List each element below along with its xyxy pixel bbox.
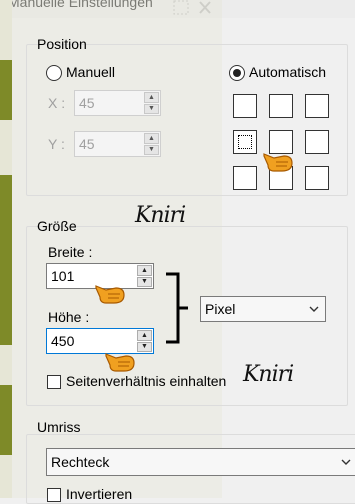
manuell-radio[interactable] xyxy=(46,65,62,81)
automatisch-radio-dot xyxy=(233,69,241,77)
position-group-label: Position xyxy=(37,36,87,52)
shape-value: Rechteck xyxy=(51,454,110,470)
invert-checkbox[interactable] xyxy=(47,488,61,502)
outline-group-label: Umriss xyxy=(37,419,81,435)
link-bracket-icon xyxy=(166,272,188,344)
anchor-top-right[interactable] xyxy=(305,94,329,118)
breite-down-button[interactable]: ▼ xyxy=(137,276,152,287)
pointing-hand-icon xyxy=(263,153,293,172)
watermark-signature-2: Kniri xyxy=(243,362,294,387)
breite-value: 101 xyxy=(51,268,75,284)
hoehe-value: 450 xyxy=(51,333,75,349)
chevron-down-icon-2 xyxy=(341,459,351,465)
y-down-button[interactable]: ▼ xyxy=(144,144,159,155)
x-spinner[interactable]: 45 ▲ ▼ xyxy=(74,90,161,116)
chevron-down-icon xyxy=(309,306,319,312)
x-value: 45 xyxy=(79,95,95,111)
pointing-hand-icon-2 xyxy=(95,285,125,304)
anchor-bottom-right[interactable] xyxy=(305,166,329,190)
x-up-button[interactable]: ▲ xyxy=(144,92,159,103)
breite-label: Breite : xyxy=(48,244,93,260)
background-canvas-strip xyxy=(0,0,12,498)
automatisch-radio[interactable] xyxy=(229,65,245,81)
manuell-label[interactable]: Manuell xyxy=(66,64,115,80)
pointing-hand-icon-3 xyxy=(105,353,135,372)
unit-value: Pixel xyxy=(205,301,236,317)
hoehe-up-button[interactable]: ▲ xyxy=(137,330,152,341)
hoehe-down-button[interactable]: ▼ xyxy=(137,341,152,352)
anchor-top-left[interactable] xyxy=(233,94,257,118)
hoehe-label: Höhe : xyxy=(48,309,90,325)
aspect-ratio-label[interactable]: Seitenverhältnis einhalten xyxy=(66,373,226,389)
anchor-top-center[interactable] xyxy=(269,94,293,118)
watermark-signature-1: Kniri xyxy=(135,203,186,228)
x-label: X : xyxy=(48,95,66,111)
y-value: 45 xyxy=(79,136,95,152)
anchor-middle-right[interactable] xyxy=(305,130,329,154)
unit-select[interactable]: Pixel xyxy=(200,296,326,322)
y-spinner[interactable]: 45 ▲ ▼ xyxy=(74,131,161,157)
y-up-button[interactable]: ▲ xyxy=(144,133,159,144)
x-down-button[interactable]: ▼ xyxy=(144,103,159,114)
breite-up-button[interactable]: ▲ xyxy=(137,265,152,276)
size-group-label: Größe xyxy=(37,218,77,234)
anchor-bottom-left[interactable] xyxy=(233,166,257,190)
aspect-ratio-checkbox[interactable] xyxy=(47,375,61,389)
automatisch-label[interactable]: Automatisch xyxy=(249,64,326,80)
shape-select[interactable]: Rechteck xyxy=(46,448,355,476)
y-label: Y : xyxy=(48,136,65,152)
anchor-middle-left[interactable] xyxy=(233,130,257,154)
invert-label[interactable]: Invertieren xyxy=(66,486,132,502)
